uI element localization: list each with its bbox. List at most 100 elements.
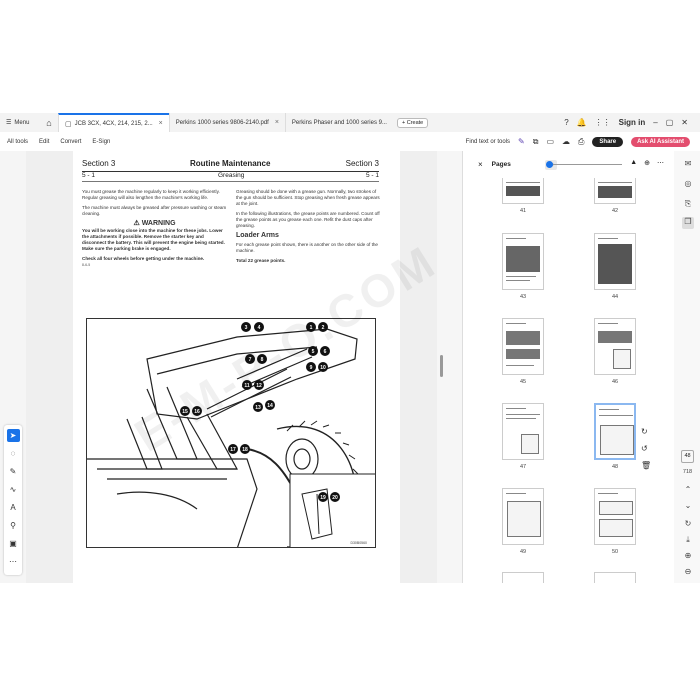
- zoom-in-icon[interactable]: ⊕: [682, 551, 694, 563]
- page-number: 48: [611, 464, 619, 470]
- home-icon[interactable]: ⌂: [40, 113, 58, 132]
- create-button[interactable]: + Create: [396, 117, 429, 128]
- tools-icon[interactable]: ✎: [518, 137, 525, 146]
- section-heading: Loader Arms: [236, 232, 279, 239]
- svg-text:18: 18: [242, 447, 248, 453]
- svg-text:19: 19: [320, 495, 326, 501]
- ai-chat-icon[interactable]: ✉: [682, 159, 694, 171]
- convert-button[interactable]: Convert: [60, 139, 81, 145]
- document-scrollbar[interactable]: [437, 151, 462, 583]
- find-text-button[interactable]: Find text or tools: [466, 139, 510, 145]
- text-box-icon[interactable]: A: [7, 501, 20, 514]
- ai-assistant-button[interactable]: Ask AI Assistant: [631, 136, 690, 147]
- page-number: 41: [519, 208, 527, 214]
- scan-icon[interactable]: ⧉: [533, 137, 539, 147]
- highlight-pen-icon[interactable]: ✎: [7, 465, 20, 478]
- select-cursor-icon[interactable]: ➤: [6, 429, 20, 442]
- insert-page-icon[interactable]: ⊕: [644, 159, 650, 167]
- add-image-icon[interactable]: ▣: [7, 537, 20, 550]
- thumbnail-zoom-slider[interactable]: [549, 164, 622, 165]
- thumbnail-actions: ↻ ↺ 🗑: [641, 427, 651, 470]
- close-panel-icon[interactable]: ×: [478, 160, 483, 169]
- page-thumbnail[interactable]: 47: [502, 403, 544, 470]
- page-thumbnail[interactable]: 43: [502, 233, 544, 300]
- page-thumbnail-selected[interactable]: 48: [594, 403, 636, 470]
- section-label-right: Section 3: [345, 159, 379, 168]
- warning-text: You will be working close into the machi…: [82, 228, 225, 251]
- download-icon[interactable]: ⤓: [682, 535, 694, 547]
- svg-text:3: 3: [245, 325, 248, 331]
- slider-knob[interactable]: [546, 161, 553, 168]
- section-label-left: Section 3: [82, 159, 116, 168]
- tab-perkins-1000[interactable]: Perkins 1000 series 9806-2140.pdf ×: [168, 113, 285, 132]
- upload-icon[interactable]: ☁: [562, 137, 570, 146]
- save-icon[interactable]: ▭: [546, 137, 554, 146]
- all-tools-button[interactable]: All tools: [7, 139, 28, 145]
- chevron-down-icon[interactable]: ⌄: [682, 501, 694, 513]
- share-button[interactable]: Share: [592, 136, 624, 147]
- page-number: 45: [519, 379, 527, 385]
- esign-button[interactable]: E-Sign: [92, 139, 110, 145]
- more-options-icon[interactable]: ⋯: [657, 159, 664, 167]
- sign-in-button[interactable]: Sign in: [619, 118, 646, 127]
- svg-text:14: 14: [267, 403, 273, 409]
- page-thumbnail[interactable]: [502, 572, 544, 583]
- notifications-icon[interactable]: 🔔: [577, 118, 587, 127]
- tab-label: JCB 3CX, 4CX, 214, 215, 2...: [74, 120, 153, 127]
- tab-label: Perkins Phaser and 1000 series 9...: [291, 119, 387, 126]
- menu-button[interactable]: ☰ Menu: [0, 113, 40, 132]
- close-tab-icon[interactable]: ×: [159, 120, 163, 127]
- page-thumbnail[interactable]: 49: [502, 488, 544, 555]
- page-thumbnail[interactable]: 41: [502, 178, 544, 214]
- svg-text:13: 13: [255, 405, 261, 411]
- minimize-icon[interactable]: –: [653, 118, 657, 127]
- text-column-left: You must grease the machine regularly to…: [82, 189, 227, 268]
- sub-rule: [82, 181, 379, 182]
- tab-label: Perkins 1000 series 9806-2140.pdf: [175, 119, 269, 126]
- current-page-input[interactable]: 48: [681, 450, 694, 463]
- pages-panel-title: Pages: [491, 161, 511, 168]
- tab-perkins-phaser[interactable]: Perkins Phaser and 1000 series 9...: [284, 113, 393, 132]
- paragraph: Greasing should be done with a grease gu…: [236, 189, 380, 206]
- page-thumbnail[interactable]: 50: [594, 488, 636, 555]
- paragraph: In the following illustrations, the grea…: [236, 211, 380, 228]
- page-thumbnail[interactable]: 42: [594, 178, 636, 214]
- edit-button[interactable]: Edit: [39, 139, 49, 145]
- refresh-icon[interactable]: ↻: [682, 519, 694, 531]
- scrollbar-thumb[interactable]: [440, 355, 443, 377]
- apps-icon[interactable]: ⋮⋮: [595, 118, 611, 127]
- more-tools-icon[interactable]: ⋯: [7, 555, 20, 568]
- maximize-icon[interactable]: ▢: [666, 118, 674, 127]
- draw-icon[interactable]: ∿: [7, 483, 20, 496]
- page-number: 49: [519, 549, 527, 555]
- sub-header: 5 - 1 Greasing 5 - 1: [82, 172, 379, 181]
- page-thumbnail[interactable]: [594, 572, 636, 583]
- mountain-icon[interactable]: ▲: [630, 159, 637, 167]
- help-icon[interactable]: ?: [564, 118, 568, 127]
- comment-icon[interactable]: ◌: [7, 447, 20, 460]
- rotate-clockwise-icon[interactable]: ↻: [641, 427, 651, 436]
- svg-text:10: 10: [320, 365, 326, 371]
- page-number: 43: [519, 294, 527, 300]
- print-icon[interactable]: ⎙: [578, 137, 584, 147]
- page-thumbnail[interactable]: 46: [594, 318, 636, 385]
- thumbnail-list[interactable]: 41 42 43 44 45 46 47 48 49 50 ↻ ↺ 🗑: [463, 178, 675, 583]
- tab-jcb-manual[interactable]: ▢ JCB 3CX, 4CX, 214, 215, 2... ×: [58, 113, 169, 132]
- zoom-out-icon[interactable]: ⊖: [682, 567, 694, 579]
- close-window-icon[interactable]: ✕: [681, 118, 688, 127]
- page-number: 47: [519, 464, 527, 470]
- page-thumbnail[interactable]: 44: [594, 233, 636, 300]
- hamburger-icon: ☰: [6, 120, 12, 126]
- tab-bar: ☰ Menu ⌂ ▢ JCB 3CX, 4CX, 214, 215, 2... …: [0, 113, 700, 132]
- rotate-counterclockwise-icon[interactable]: ↺: [641, 444, 651, 453]
- chevron-up-icon[interactable]: ⌃: [682, 485, 694, 497]
- stamp-icon[interactable]: ⚲: [7, 519, 20, 532]
- comments-icon[interactable]: ◎: [682, 179, 694, 191]
- bookmark-icon[interactable]: ⎘: [682, 199, 694, 211]
- close-tab-icon[interactable]: ×: [275, 119, 279, 126]
- text-column-right: Greasing should be done with a grease gu…: [236, 189, 381, 268]
- pages-panel-icon[interactable]: ❐: [682, 217, 694, 229]
- delete-page-icon[interactable]: 🗑: [641, 461, 651, 470]
- page-thumbnail[interactable]: 45: [502, 318, 544, 385]
- document-viewport[interactable]: Section 3 Routine Maintenance Section 3 …: [26, 151, 462, 583]
